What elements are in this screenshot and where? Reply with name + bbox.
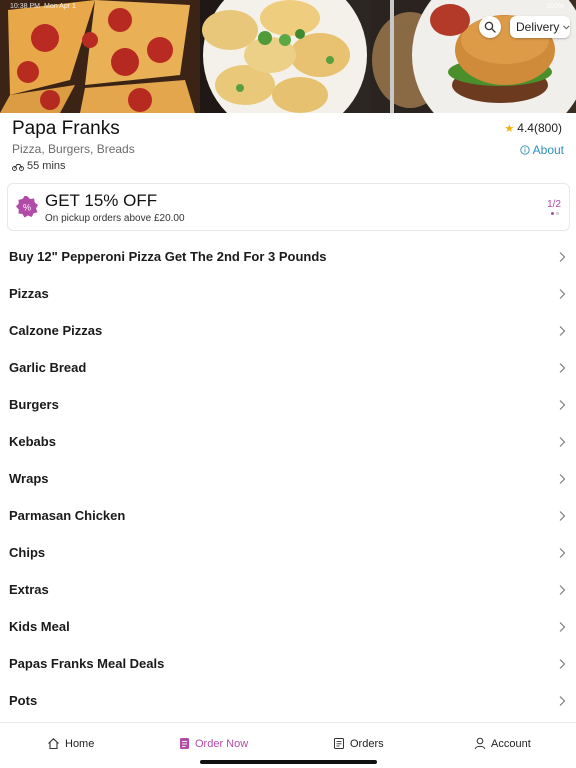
status-date: Mon Apr 1	[44, 3, 76, 10]
delivery-time: 55 mins	[12, 160, 66, 172]
menu-category-item[interactable]: Kids Meal	[0, 608, 576, 645]
home-indicator	[200, 760, 377, 764]
about-label: About	[532, 143, 564, 157]
menu-category-item[interactable]: Pizzas	[0, 275, 576, 312]
chevron-right-icon	[559, 473, 566, 484]
chevron-right-icon	[559, 362, 566, 373]
menu-category-item[interactable]: Buy 12" Pepperoni Pizza Get The 2nd For …	[0, 238, 576, 275]
chevron-right-icon	[559, 325, 566, 336]
chevron-right-icon	[559, 251, 566, 262]
tab-order-now-label: Order Now	[195, 737, 249, 750]
menu-category-item[interactable]: Pots	[0, 682, 576, 719]
search-icon	[484, 21, 496, 33]
chevron-right-icon	[559, 436, 566, 447]
offer-page-indicator: 1/2	[547, 199, 561, 210]
chevron-right-icon	[559, 584, 566, 595]
menu-category-item[interactable]: Calzone Pizzas	[0, 312, 576, 349]
menu-category-label: Extras	[9, 582, 49, 597]
menu-category-label: Kids Meal	[9, 619, 70, 634]
menu-category-item[interactable]: Burgers	[0, 386, 576, 423]
battery-indicator: 100%	[546, 3, 564, 10]
menu-category-label: Pizzas	[9, 286, 49, 301]
chevron-right-icon	[559, 658, 566, 669]
search-button[interactable]	[479, 16, 501, 38]
offer-pagination-dots	[551, 212, 559, 215]
chevron-down-icon	[563, 25, 570, 29]
chevron-right-icon	[559, 621, 566, 632]
menu-category-label: Buy 12" Pepperoni Pizza Get The 2nd For …	[9, 249, 327, 264]
tab-account[interactable]: Account	[474, 737, 531, 750]
menu-category-label: Garlic Bread	[9, 360, 87, 375]
tab-home-label: Home	[65, 737, 95, 750]
tab-order-now[interactable]: Order Now	[179, 737, 248, 750]
receipt-icon	[334, 738, 344, 749]
chevron-right-icon	[559, 695, 566, 706]
offer-subtitle: On pickup orders above £20.00	[45, 213, 185, 224]
chevron-right-icon	[559, 547, 566, 558]
tab-orders-label: Orders	[350, 737, 384, 750]
status-time: 10:38 PM	[10, 3, 40, 10]
person-icon	[474, 737, 486, 750]
menu-category-label: Pots	[9, 693, 38, 708]
restaurant-name: Papa Franks	[12, 118, 120, 139]
menu-category-label: Calzone Pizzas	[9, 323, 103, 338]
menu-category-item[interactable]: Chips	[0, 534, 576, 571]
menu-category-label: Parmasan Chicken	[9, 508, 126, 523]
delivery-mode-select[interactable]: Delivery	[510, 16, 570, 38]
menu-category-list: Buy 12" Pepperoni Pizza Get The 2nd For …	[0, 238, 576, 719]
discount-badge-icon: %	[16, 196, 38, 218]
menu-category-label: Kebabs	[9, 434, 56, 449]
menu-category-item[interactable]: Garlic Bread	[0, 349, 576, 386]
discount-symbol: %	[23, 203, 31, 213]
tab-home[interactable]: Home	[47, 737, 94, 750]
rating-value: 4.4(800)	[517, 121, 562, 135]
menu-category-label: Chips	[9, 545, 46, 560]
about-link[interactable]: About	[519, 143, 564, 157]
menu-category-item[interactable]: Wraps	[0, 460, 576, 497]
rating: ★ 4.4(800)	[504, 121, 562, 135]
offer-title: GET 15% OFF	[45, 191, 158, 210]
menu-category-label: Burgers	[9, 397, 59, 412]
star-icon: ★	[504, 122, 515, 135]
offer-card[interactable]: % GET 15% OFF On pickup orders above £20…	[7, 183, 570, 231]
chevron-right-icon	[559, 288, 566, 299]
tab-account-label: Account	[491, 737, 531, 750]
delivery-time-value: 55 mins	[27, 160, 66, 172]
pagination-dot	[556, 212, 559, 215]
menu-category-item[interactable]: Extras	[0, 571, 576, 608]
order-icon	[180, 738, 189, 749]
status-bar: 10:38 PM Mon Apr 1 100%	[0, 2, 576, 14]
menu-category-item[interactable]: Kebabs	[0, 423, 576, 460]
menu-category-item[interactable]: Parmasan Chicken	[0, 497, 576, 534]
menu-category-label: Wraps	[9, 471, 49, 486]
tab-orders[interactable]: Orders	[333, 737, 384, 750]
delivery-mode-label: Delivery	[516, 20, 560, 34]
chevron-right-icon	[559, 510, 566, 521]
restaurant-cuisine: Pizza, Burgers, Breads	[12, 142, 135, 156]
home-icon	[48, 738, 59, 750]
pagination-dot-active	[551, 212, 554, 215]
bike-icon	[12, 163, 24, 171]
chevron-right-icon	[559, 399, 566, 410]
info-icon	[519, 145, 530, 155]
menu-category-label: Papas Franks Meal Deals	[9, 656, 165, 671]
menu-category-item[interactable]: Papas Franks Meal Deals	[0, 645, 576, 682]
